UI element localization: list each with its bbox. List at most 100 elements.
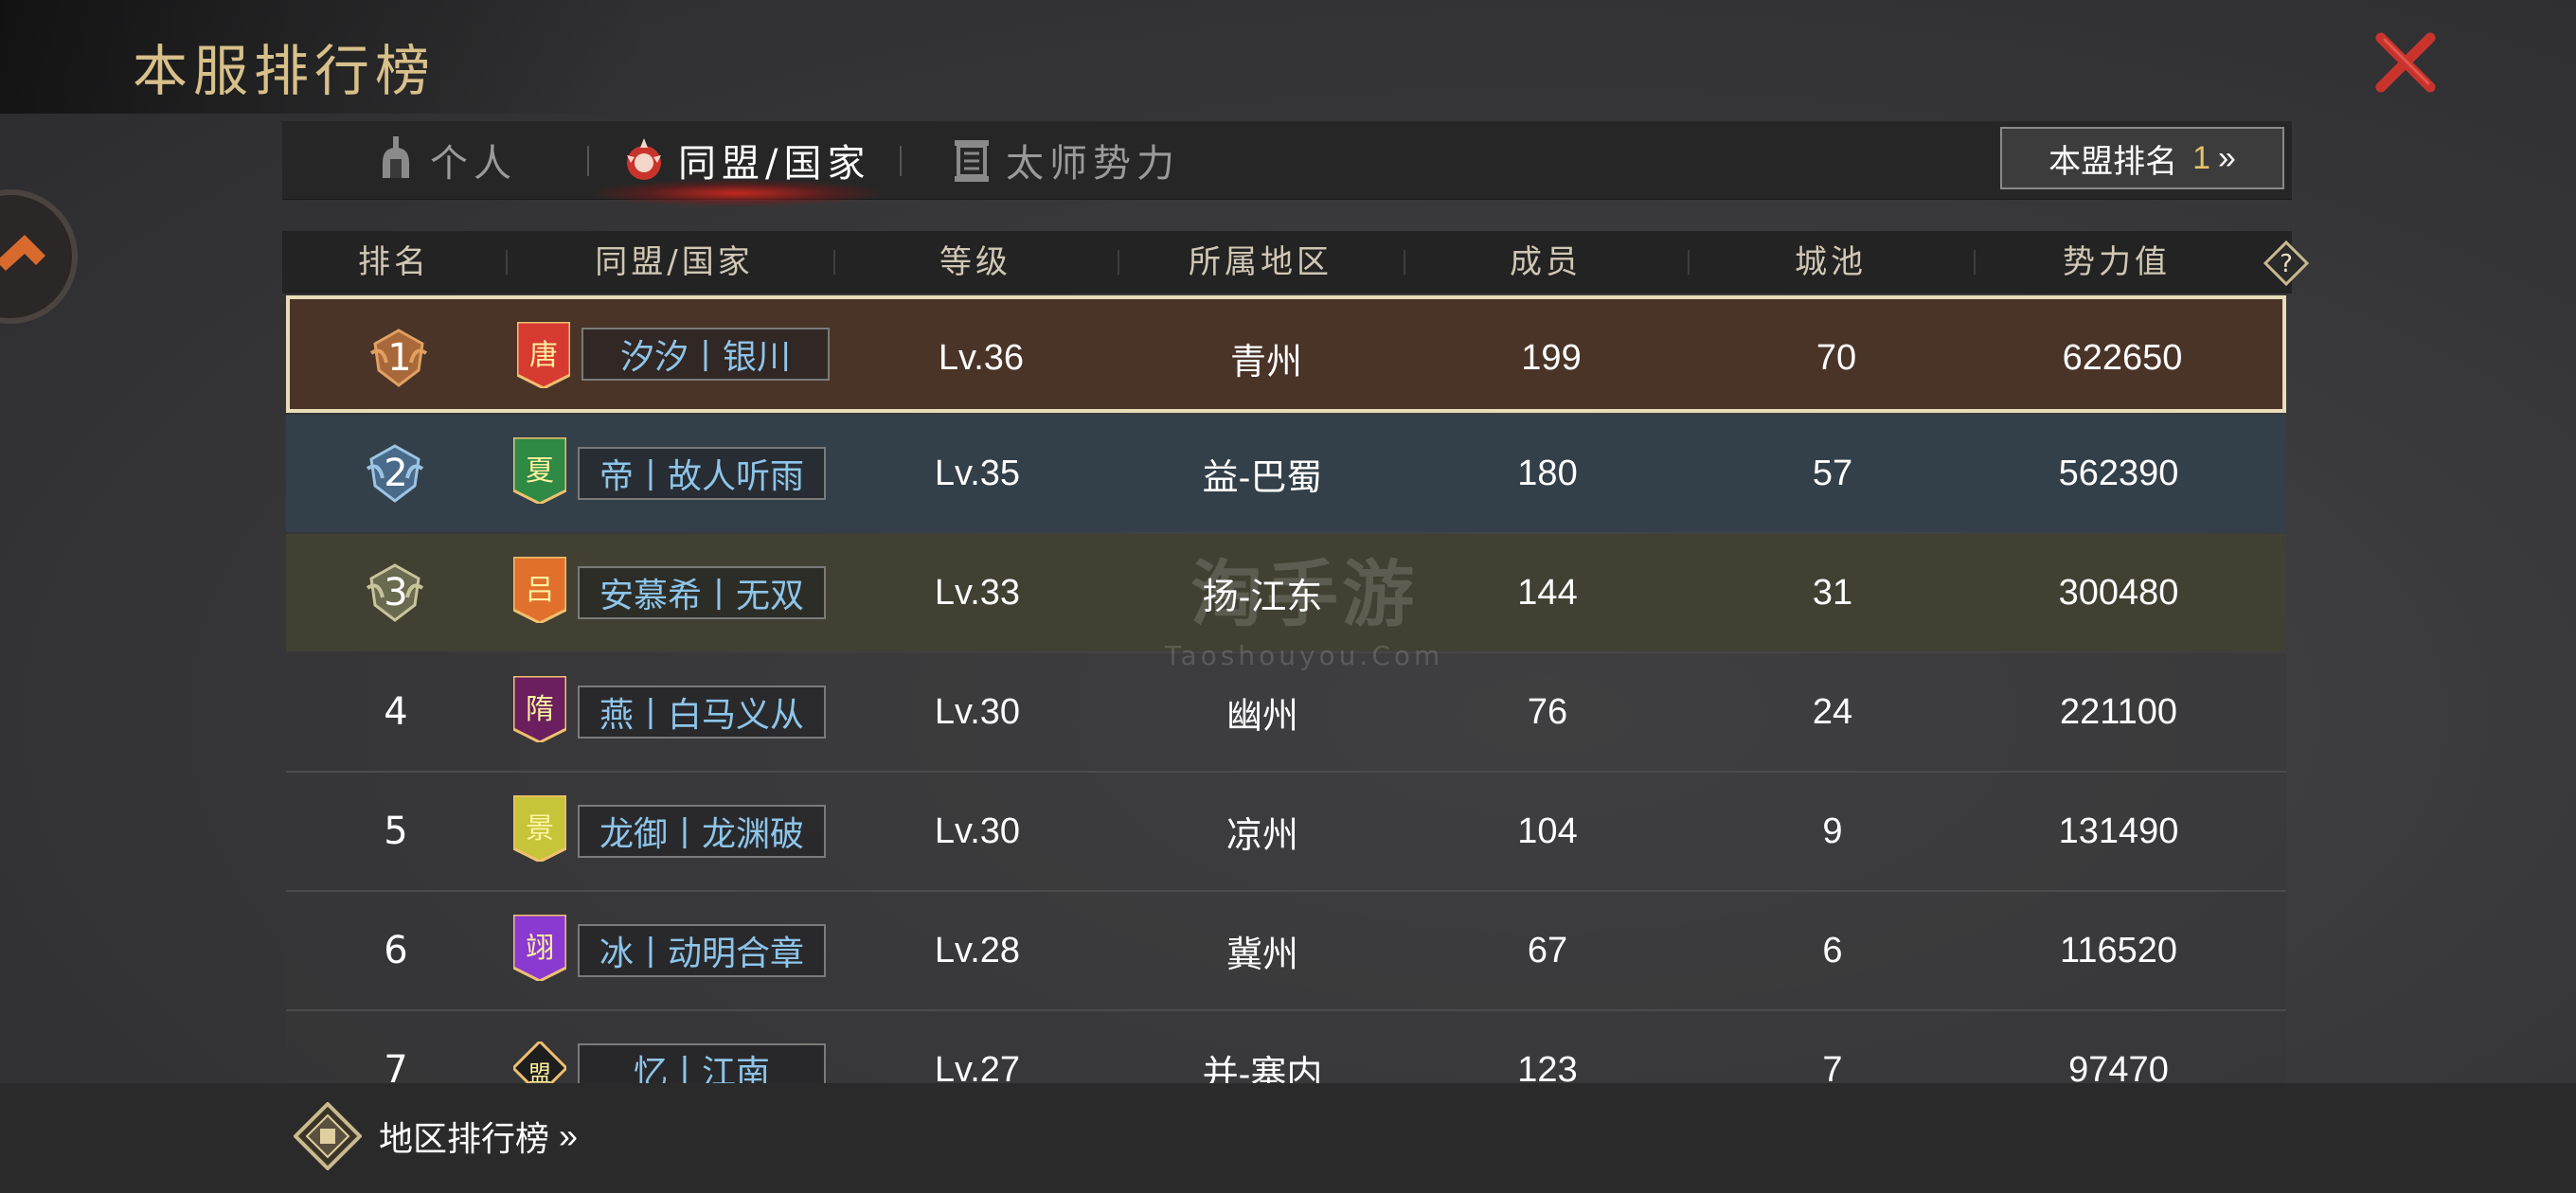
faction-badge: 隋 — [513, 676, 566, 742]
tab-grand-tutor[interactable]: 太师势力 — [951, 121, 1180, 199]
banner-icon — [955, 140, 989, 182]
chevron-right-icon: » — [2218, 139, 2236, 176]
faction-badge-text: 翊 — [526, 932, 554, 965]
ranking-list[interactable]: 1 唐 汐汐丨银川 Lv.36 青州 199 70 622650 2 夏 帝丨故… — [286, 295, 2286, 1083]
faction-badge: 景 — [513, 795, 566, 862]
level-cell: Lv.30 — [934, 810, 1021, 851]
page-title: 本服排行榜 — [133, 39, 437, 103]
table-row[interactable]: 2 夏 帝丨故人听雨 Lv.35 益-巴蜀 180 57 562390 — [286, 415, 2286, 532]
faction-badge-text: 夏 — [526, 454, 554, 488]
cities-cell: 9 — [1822, 810, 1843, 851]
header-members: 成员 — [1510, 243, 1582, 281]
faction-badge: 唐 — [517, 322, 570, 388]
level-cell: Lv.30 — [934, 691, 1021, 732]
power-cell: 97470 — [2068, 1049, 2169, 1084]
faction-badge: 翊 — [513, 915, 566, 981]
level-cell: Lv.28 — [934, 930, 1021, 970]
power-cell: 116520 — [2060, 930, 2177, 970]
watermark-url: Taoshouyou.Com — [1165, 640, 1444, 671]
region-cell: 凉州 — [1225, 815, 1298, 856]
alliance-icon — [627, 138, 661, 180]
tab-personal-label: 个人 — [430, 142, 517, 186]
region-ranking-label: 地区排行榜 — [379, 1119, 550, 1158]
table-row[interactable]: 6 翊 冰丨动明合章 Lv.28 冀州 67 6 116520 — [286, 892, 2286, 1011]
header-region: 所属地区 — [1189, 243, 1333, 281]
my-alliance-rank-button[interactable]: 本盟排名 1 » — [2000, 127, 2284, 189]
power-cell: 221100 — [2060, 691, 2177, 732]
region-ranking-link[interactable]: 地区排行榜 » — [294, 1102, 578, 1170]
faction-badge-text: 唐 — [529, 339, 558, 372]
table-row[interactable]: 1 唐 汐汐丨银川 Lv.36 青州 199 70 622650 — [286, 295, 2286, 413]
cities-cell: 31 — [1812, 572, 1853, 613]
members-cell: 67 — [1527, 930, 1568, 970]
tab-divider — [587, 146, 589, 176]
members-cell: 199 — [1521, 337, 1582, 378]
rank-number: 2 — [384, 452, 408, 495]
faction-badge: 吕 — [513, 557, 566, 623]
members-cell: 144 — [1517, 572, 1578, 613]
power-cell: 131490 — [2058, 810, 2179, 851]
alliance-name[interactable]: 汐汐丨银川 — [581, 328, 830, 381]
alliance-name[interactable]: 龙御丨龙渊破 — [578, 805, 826, 858]
table-row[interactable]: 7 盟 忆丨江南 Lv.27 并-塞内 123 7 97470 — [286, 1011, 2286, 1083]
chevron-right-icon: » — [559, 1116, 579, 1155]
watermark-text: 淘手游 — [1190, 552, 1419, 636]
svg-text:?: ? — [2280, 250, 2293, 278]
region-cell: 冀州 — [1225, 935, 1298, 975]
tab-divider — [900, 146, 902, 176]
header-power: 势力值 — [2063, 243, 2171, 281]
region-emblem-icon — [294, 1102, 362, 1170]
rank-number: 3 — [384, 571, 408, 614]
help-button[interactable]: ? — [2263, 240, 2310, 287]
tab-alliance[interactable]: 同盟/国家 — [623, 121, 870, 199]
cities-cell: 24 — [1812, 691, 1853, 732]
cities-cell: 57 — [1812, 453, 1853, 493]
side-menu-toggle[interactable] — [0, 189, 78, 324]
faction-badge-text: 吕 — [526, 574, 554, 607]
table-row[interactable]: 5 景 龙御丨龙渊破 Lv.30 凉州 104 9 131490 — [286, 773, 2286, 892]
power-cell: 562390 — [2058, 453, 2179, 493]
tab-personal[interactable]: 个人 — [375, 121, 517, 199]
faction-badge-text: 景 — [526, 812, 554, 846]
header-level: 等级 — [939, 243, 1011, 281]
faction-badge: 夏 — [513, 437, 566, 504]
rank-number: 7 — [384, 1048, 408, 1083]
watermark: 淘手游 Taoshouyou.Com — [1165, 536, 1443, 671]
members-cell: 123 — [1517, 1049, 1578, 1084]
level-cell: Lv.35 — [934, 453, 1021, 493]
members-cell: 180 — [1517, 453, 1578, 493]
region-cell: 益-巴蜀 — [1202, 457, 1323, 498]
faction-badge-text: 隋 — [526, 693, 554, 726]
faction-badge-text: 盟 — [528, 1060, 551, 1083]
my-rank-label: 本盟排名 — [2048, 143, 2178, 180]
rank-number: 6 — [384, 929, 408, 972]
region-cell: 并-塞内 — [1202, 1054, 1323, 1084]
help-icon: ? — [2263, 240, 2310, 287]
table-header: 排名 同盟/国家 等级 所属地区 成员 城池 势力值 — [282, 231, 2292, 294]
arrow-emblem-icon — [0, 235, 45, 271]
alliance-name[interactable]: 燕丨白马义从 — [578, 686, 826, 739]
level-cell: Lv.27 — [934, 1049, 1021, 1084]
cities-cell: 7 — [1822, 1049, 1843, 1084]
close-button[interactable] — [2368, 28, 2443, 97]
header-rank: 排名 — [358, 243, 430, 281]
alliance-name[interactable]: 帝丨故人听雨 — [578, 447, 826, 500]
power-cell: 300480 — [2058, 572, 2179, 613]
helmet-icon — [383, 136, 409, 178]
alliance-name[interactable]: 安慕希丨无双 — [578, 566, 826, 619]
tab-grand-tutor-label: 太师势力 — [1006, 142, 1180, 186]
tab-alliance-label: 同盟/国家 — [678, 142, 871, 186]
header-cities: 城池 — [1795, 243, 1867, 281]
close-icon — [2375, 32, 2436, 93]
cities-cell: 6 — [1822, 930, 1843, 970]
region-cell: 青州 — [1229, 342, 1302, 383]
tab-bar: 个人 同盟/国家 太师势力 — [282, 121, 2292, 206]
rank-number: 4 — [384, 690, 408, 734]
members-cell: 104 — [1517, 810, 1578, 851]
alliance-name[interactable]: 忆丨江南 — [578, 1043, 826, 1083]
my-rank-value: 1 — [2192, 139, 2210, 176]
alliance-name[interactable]: 冰丨动明合章 — [578, 924, 826, 977]
header-alliance: 同盟/国家 — [595, 243, 754, 281]
rank-number: 5 — [384, 810, 408, 853]
power-cell: 622650 — [2062, 337, 2183, 378]
